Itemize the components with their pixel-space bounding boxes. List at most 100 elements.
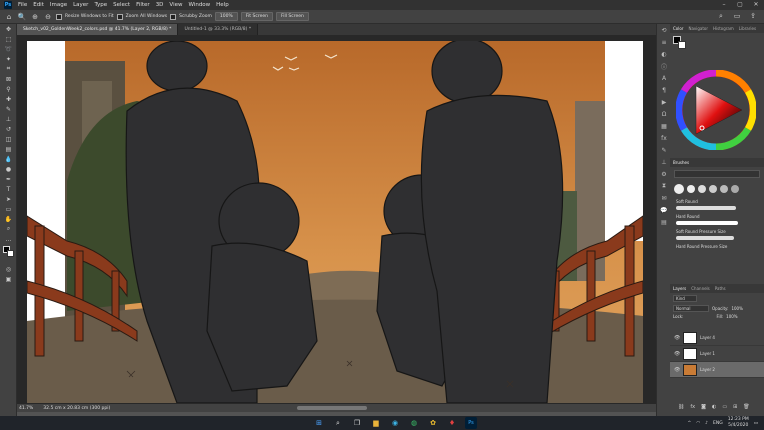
opacity-value[interactable]: 100% — [731, 306, 742, 311]
character-icon[interactable]: A — [657, 72, 671, 84]
task-view-icon[interactable]: ❐ — [351, 417, 363, 429]
timeline-icon[interactable]: ⧗ — [657, 180, 671, 192]
blend-mode-select[interactable]: Normal — [673, 305, 709, 312]
layer-row-layer-4[interactable]: 👁 Layer 4 — [670, 330, 764, 346]
history-icon[interactable]: ⟲ — [657, 24, 671, 36]
fx-icon[interactable]: fx — [690, 404, 695, 410]
tray-chevron-icon[interactable]: ^ — [687, 421, 691, 426]
volume-icon[interactable]: ♪ — [705, 421, 708, 426]
menu-select[interactable]: Select — [113, 2, 130, 8]
info-icon[interactable]: ⓘ — [657, 60, 671, 72]
history-brush-icon[interactable]: ↺ — [0, 124, 17, 134]
marquee-tool-icon[interactable]: ⬚ — [0, 34, 17, 44]
notification-icon[interactable]: ▭ — [754, 421, 758, 426]
color-swatches[interactable] — [0, 244, 17, 264]
minimize-icon[interactable]: – — [716, 0, 732, 10]
scrubby-zoom-checkbox[interactable] — [170, 13, 177, 20]
glyphs-icon[interactable]: Ω — [657, 108, 671, 120]
search-icon[interactable]: ⌕ — [716, 12, 726, 22]
tab-channels[interactable]: Channels — [691, 286, 710, 291]
move-tool-icon[interactable]: ✥ — [0, 24, 17, 34]
brush-preset-hard-pressure[interactable]: Hard Round Pressure Size — [670, 242, 764, 251]
close-icon[interactable]: ✕ — [748, 0, 764, 10]
properties-icon[interactable]: ≡ — [657, 36, 671, 48]
screen-mode-icon[interactable]: ▣ — [0, 274, 17, 284]
eye-icon[interactable]: 👁 — [674, 335, 680, 341]
photoshop-taskbar-icon[interactable]: Ps — [465, 417, 477, 429]
hand-tool-icon[interactable]: ✋ — [0, 214, 17, 224]
pen-tool-icon[interactable]: ✒ — [0, 174, 17, 184]
wifi-icon[interactable]: ◠ — [696, 421, 700, 426]
canvas-area[interactable] — [17, 35, 656, 404]
menu-edit[interactable]: Edit — [33, 2, 44, 8]
layer-kind-select[interactable]: Kind — [673, 295, 697, 302]
healing-brush-icon[interactable]: ✚ — [0, 94, 17, 104]
stamp-tool-icon[interactable]: ⊥ — [0, 114, 17, 124]
color-wheel[interactable] — [675, 69, 757, 151]
zoom-level[interactable]: 41.7% — [19, 406, 33, 411]
actions-icon[interactable]: ▶ — [657, 96, 671, 108]
tab-libraries[interactable]: Libraries — [739, 26, 756, 31]
edge-browser-icon[interactable]: ◉ — [389, 417, 401, 429]
resize-windows-checkbox[interactable] — [56, 13, 62, 20]
tab-document-1[interactable]: Sketch_v02_GoldenWeek2_colors.psd @ 41.7… — [17, 24, 179, 35]
fit-screen-button[interactable]: Fit Screen — [240, 12, 273, 21]
menu-image[interactable]: Image — [50, 2, 67, 8]
paragraph-icon[interactable]: ¶ — [657, 84, 671, 96]
home-icon[interactable]: ⌂ — [4, 12, 14, 22]
tab-paths[interactable]: Paths — [715, 286, 726, 291]
maximize-icon[interactable]: ▢ — [732, 0, 748, 10]
clock[interactable]: 12:23 PM 5/4/2020 — [728, 417, 749, 429]
chrome-icon[interactable]: ◍ — [408, 417, 420, 429]
brush-tip-3[interactable] — [698, 185, 706, 193]
comments-icon[interactable]: 💬 — [657, 204, 671, 216]
tab-document-2[interactable]: Untitled-1 @ 33.3% (RGB/8) * — [178, 24, 259, 35]
group-icon[interactable]: ▭ — [722, 404, 727, 410]
eyedropper-icon[interactable]: ⚲ — [0, 84, 17, 94]
blur-tool-icon[interactable]: 💧 — [0, 154, 17, 164]
layer-comps-icon[interactable]: ▤ — [657, 216, 671, 228]
eraser-tool-icon[interactable]: ◫ — [0, 134, 17, 144]
magic-wand-icon[interactable]: ✦ — [0, 54, 17, 64]
lasso-tool-icon[interactable]: ➰ — [0, 44, 17, 54]
brush-tip-4[interactable] — [709, 185, 717, 193]
adjustment-layer-icon[interactable]: ◐ — [712, 404, 716, 410]
layer-row-layer-2[interactable]: 👁 Layer 2 — [670, 362, 764, 378]
menu-help[interactable]: Help — [216, 2, 229, 8]
menu-type[interactable]: Type — [94, 2, 107, 8]
brush-preset-soft-pressure[interactable]: Soft Round Pressure Size — [670, 227, 764, 242]
brave-icon[interactable]: ♦ — [446, 417, 458, 429]
path-select-icon[interactable]: ➤ — [0, 194, 17, 204]
eye-icon[interactable]: 👁 — [674, 367, 680, 373]
tab-histogram[interactable]: Histogram — [713, 26, 734, 31]
zoom-100-button[interactable]: 100% — [214, 12, 238, 21]
brush-settings-icon[interactable]: ✎ — [657, 144, 671, 156]
brush-preset-soft-round[interactable]: Soft Round — [670, 197, 764, 212]
zoom-tool-side-icon[interactable]: ⌕ — [0, 224, 17, 234]
zoom-out-icon[interactable]: ⊖ — [43, 12, 53, 22]
menu-3d[interactable]: 3D — [156, 2, 164, 8]
zoom-tool-icon[interactable]: 🔍 — [17, 12, 27, 22]
trash-icon[interactable]: 🗑 — [743, 404, 749, 410]
menu-view[interactable]: View — [169, 2, 182, 8]
app-icon[interactable]: ✿ — [427, 417, 439, 429]
windows-start-icon[interactable]: ⊞ — [313, 417, 325, 429]
link-layers-icon[interactable]: ⛓ — [678, 404, 684, 410]
menu-filter[interactable]: Filter — [136, 2, 150, 8]
share-icon[interactable]: ⇪ — [748, 12, 758, 22]
horizontal-scrollbar[interactable] — [297, 406, 367, 410]
mask-icon[interactable]: ◙ — [701, 404, 706, 410]
new-layer-icon[interactable]: ⊞ — [733, 404, 737, 410]
notes-icon[interactable]: ✉ — [657, 192, 671, 204]
panel-color-swatches[interactable] — [673, 36, 687, 50]
workspace-icon[interactable]: ▭ — [732, 12, 742, 22]
brush-tip-2[interactable] — [687, 185, 695, 193]
more-tools-icon[interactable]: … — [0, 234, 17, 244]
fill-value[interactable]: 100% — [726, 314, 737, 319]
eye-icon[interactable]: 👁 — [674, 351, 680, 357]
brush-tip-1[interactable] — [674, 184, 684, 194]
menu-file[interactable]: File — [18, 2, 27, 8]
clone-source-icon[interactable]: ⊥ — [657, 156, 671, 168]
brushes-title[interactable]: Brushes — [673, 160, 689, 165]
fill-screen-button[interactable]: Fill Screen — [275, 12, 309, 21]
